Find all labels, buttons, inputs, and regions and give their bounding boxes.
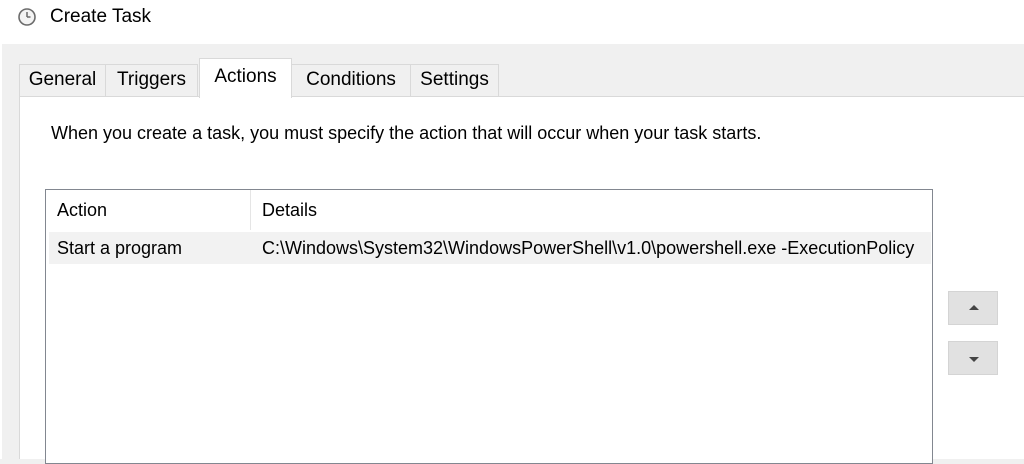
table-row[interactable]: Start a program C:\Windows\System32\Wind…	[49, 232, 931, 264]
window-title: Create Task	[50, 6, 152, 27]
actions-tab-panel: When you create a task, you must specify…	[19, 96, 1024, 464]
tab-triggers[interactable]: Triggers	[105, 64, 198, 96]
tab-general[interactable]: General	[19, 64, 106, 96]
actions-list[interactable]: Action Details Start a program C:\Window…	[45, 189, 933, 464]
list-header: Action Details	[46, 190, 932, 230]
move-up-arrow-icon	[969, 305, 979, 310]
title-bar: Create Task	[0, 0, 1024, 44]
tab-strip: General Triggers Actions Conditions Sett…	[19, 58, 1019, 98]
tab-settings[interactable]: Settings	[410, 64, 499, 96]
row-details-cell: C:\Windows\System32\WindowsPowerShell\v1…	[262, 238, 915, 258]
window-left-edge	[0, 44, 2, 459]
tab-actions[interactable]: Actions	[199, 58, 292, 98]
column-header-details[interactable]: Details	[251, 190, 931, 230]
column-header-action[interactable]: Action	[46, 190, 250, 230]
tab-conditions[interactable]: Conditions	[291, 64, 411, 96]
move-down-button[interactable]	[948, 341, 998, 375]
instruction-text: When you create a task, you must specify…	[51, 123, 762, 143]
move-down-arrow-icon	[969, 357, 979, 362]
row-action-cell: Start a program	[57, 238, 183, 258]
move-up-button[interactable]	[948, 291, 998, 325]
clock-icon	[18, 8, 36, 26]
